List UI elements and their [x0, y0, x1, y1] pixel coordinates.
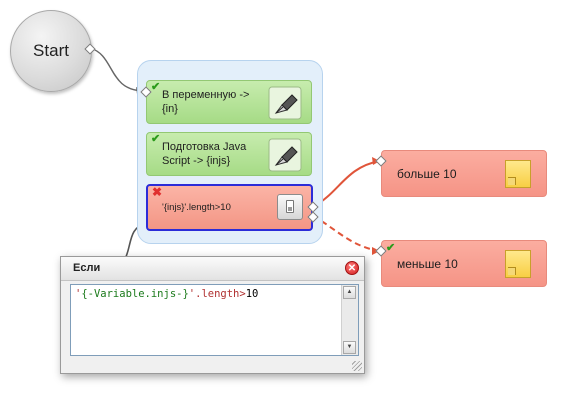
- sticky-note-icon: [505, 160, 531, 188]
- switch-icon: [277, 194, 303, 220]
- success-check-icon: ✔: [386, 242, 396, 254]
- step-assign-variable[interactable]: ✔ В переменную -> {in}: [146, 80, 312, 124]
- outcome-less-than-10[interactable]: ✔ меньше 10: [381, 240, 547, 287]
- dialog-title: Если: [73, 262, 101, 274]
- scroll-up-icon[interactable]: ▲: [343, 286, 356, 299]
- condition-code: '{-Variable.injs-}'.length>10: [75, 288, 258, 300]
- step-label: Подготовка Java Script -> {injs}: [162, 141, 247, 167]
- step-prepare-javascript[interactable]: ✔ Подготовка Java Script -> {injs}: [146, 132, 312, 176]
- outcome-label: меньше 10: [397, 257, 458, 271]
- close-icon[interactable]: ✕: [345, 261, 359, 275]
- scroll-down-icon[interactable]: ▼: [343, 341, 356, 354]
- code-variable: {-Variable.injs-}: [81, 288, 189, 300]
- fountain-pen-icon: [268, 86, 302, 120]
- condition-label: '{injs}'.length>10: [162, 202, 231, 213]
- outcome-label: больше 10: [397, 167, 457, 181]
- editor-scrollbar[interactable]: ▲ ▼: [341, 285, 358, 355]
- error-x-icon: ✖: [152, 185, 163, 199]
- success-check-icon: ✔: [151, 81, 161, 93]
- connector-start-to-step1[interactable]: [89, 47, 144, 92]
- step-label: В переменную -> {in}: [162, 89, 250, 115]
- start-node-label: Start: [33, 41, 69, 60]
- success-check-icon: ✔: [151, 133, 161, 145]
- resize-grip-icon[interactable]: [352, 361, 362, 371]
- outcome-greater-than-10[interactable]: больше 10: [381, 150, 547, 197]
- start-node[interactable]: Start: [10, 10, 92, 92]
- condition-dialog[interactable]: Если ✕ '{-Variable.injs-}'.length>10 ▲ ▼: [60, 256, 365, 374]
- code-number: 10: [245, 288, 259, 300]
- dialog-titlebar[interactable]: Если ✕: [61, 257, 364, 281]
- condition-block[interactable]: ✖ '{injs}'.length>10: [146, 184, 313, 231]
- code-length-expr: '.length>: [188, 288, 246, 300]
- sticky-note-icon: [505, 250, 531, 278]
- condition-code-editor[interactable]: '{-Variable.injs-}'.length>10 ▲ ▼: [70, 284, 359, 356]
- fountain-pen-icon: [268, 138, 302, 172]
